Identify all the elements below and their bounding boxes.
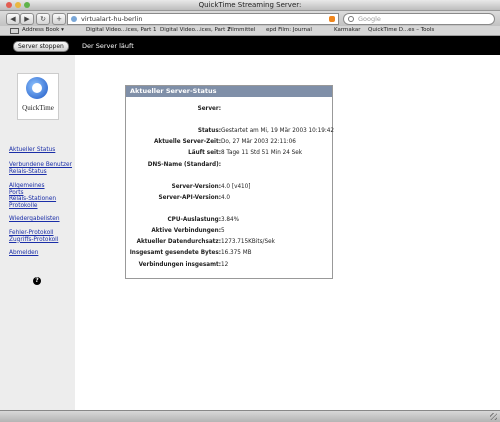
bookmark-item[interactable]: Digital Video...ices, Part 1 bbox=[86, 27, 157, 33]
nav-playlists[interactable]: Wiedergabelisten bbox=[9, 216, 60, 223]
status-row: Server-API-Version: 4.0 bbox=[126, 195, 332, 203]
row-label: DNS-Name (Standard): bbox=[147, 162, 221, 168]
row-label: Server-Version: bbox=[171, 184, 221, 190]
bookmark-item[interactable]: Digital Video...ices, Part 2 bbox=[160, 27, 231, 33]
bookmarks-bar: Address Book ▾ Digital Video...ices, Par… bbox=[0, 26, 500, 36]
resize-handle[interactable] bbox=[490, 413, 497, 420]
window-titlebar: QuickTime Streaming Server: bbox=[0, 0, 500, 11]
url-text: virtualart-hu-berlin bbox=[81, 15, 143, 23]
add-bookmark-button[interactable]: + bbox=[52, 13, 66, 25]
main-content: Aktueller Server-Status Server: Status: … bbox=[75, 55, 500, 410]
row-value: 1273.715KBits/Sek bbox=[221, 239, 275, 245]
rss-icon[interactable] bbox=[329, 16, 335, 22]
panel-title: Aktueller Server-Status bbox=[126, 86, 332, 97]
search-placeholder: Google bbox=[358, 15, 381, 23]
server-state-text: Der Server läuft bbox=[82, 42, 134, 50]
row-label: CPU-Auslastung: bbox=[167, 217, 222, 223]
row-label: Server-API-Version: bbox=[158, 195, 221, 201]
row-value: 4.0 bbox=[221, 195, 231, 201]
status-row: Server-Version: 4.0 [v410] bbox=[126, 184, 332, 192]
status-row: Läuft seit: 8 Tage 11 Std 51 Min 24 Sek bbox=[126, 150, 332, 158]
nav-logout[interactable]: Abmelden bbox=[9, 250, 38, 257]
nav-current-status[interactable]: Aktueller Status bbox=[9, 147, 55, 154]
row-label: Verbindungen insgesamt: bbox=[138, 262, 221, 268]
row-label: Status: bbox=[197, 128, 221, 134]
bookmark-address-book[interactable]: Address Book ▾ bbox=[22, 27, 64, 33]
reload-button[interactable]: ↻ bbox=[36, 13, 50, 25]
status-row: Server: bbox=[126, 106, 332, 114]
status-row: Aktueller Datendurchsatz: 1273.715KBits/… bbox=[126, 239, 332, 247]
browser-toolbar: ◀ ▶ ↻ + virtualart-hu-berlin Google bbox=[0, 11, 500, 26]
search-icon bbox=[348, 16, 354, 22]
bookmark-item[interactable]: Filmmittel bbox=[228, 27, 255, 33]
site-icon bbox=[71, 16, 77, 22]
window-title: QuickTime Streaming Server: bbox=[198, 1, 302, 9]
status-row: CPU-Auslastung: 3.84% bbox=[126, 217, 332, 225]
row-value: 12 bbox=[221, 262, 229, 268]
row-label: Insgesamt gesendete Bytes: bbox=[129, 250, 221, 256]
row-label: Läuft seit: bbox=[188, 150, 221, 156]
book-icon[interactable] bbox=[10, 28, 19, 34]
search-field[interactable]: Google bbox=[343, 13, 495, 25]
row-value: 16.375 MB bbox=[221, 250, 252, 256]
row-value: 5 bbox=[221, 228, 225, 234]
status-row: DNS-Name (Standard): bbox=[126, 162, 332, 170]
back-button[interactable]: ◀ bbox=[6, 13, 20, 25]
bookmark-item[interactable]: Karmakar bbox=[334, 27, 361, 33]
row-value: Gestartet am Mi, 19 Mär 2003 10:19:42 bbox=[221, 128, 335, 134]
nav-relay-status[interactable]: Relais-Status bbox=[9, 169, 47, 176]
quicktime-q-icon bbox=[26, 77, 48, 99]
browser-statusbar bbox=[0, 410, 500, 422]
row-value: 3.84% bbox=[221, 217, 240, 223]
status-row: Verbindungen insgesamt: 12 bbox=[126, 262, 332, 270]
status-row: Status: Gestartet am Mi, 19 Mär 2003 10:… bbox=[126, 128, 335, 136]
status-row: Aktuelle Server-Zeit: Do, 27 Mär 2003 22… bbox=[126, 139, 332, 147]
row-value: 8 Tage 11 Std 51 Min 24 Sek bbox=[221, 150, 303, 156]
bookmark-item[interactable]: QuickTime D...es – Tools bbox=[368, 27, 434, 33]
server-header: Server stoppen Der Server läuft bbox=[0, 36, 500, 55]
nav-access-log[interactable]: Zugriffs-Protokoll bbox=[9, 237, 58, 244]
row-label: Aktueller Datendurchsatz: bbox=[136, 239, 221, 245]
forward-button[interactable]: ▶ bbox=[20, 13, 34, 25]
stop-server-button[interactable]: Server stoppen bbox=[13, 41, 69, 52]
bookmark-item[interactable]: epd Film: Journal bbox=[266, 27, 312, 33]
row-label: Aktive Verbindungen: bbox=[151, 228, 221, 234]
sidebar: QuickTime Aktueller Status Verbundene Be… bbox=[0, 55, 75, 410]
row-label: Server: bbox=[197, 106, 221, 112]
nav-logs[interactable]: Protokolle bbox=[9, 203, 38, 210]
address-bar[interactable]: virtualart-hu-berlin bbox=[67, 13, 339, 25]
status-row: Insgesamt gesendete Bytes: 16.375 MB bbox=[126, 250, 332, 258]
server-status-panel: Aktueller Server-Status Server: Status: … bbox=[125, 85, 335, 279]
row-label: Aktuelle Server-Zeit: bbox=[154, 139, 221, 145]
help-icon[interactable]: ? bbox=[33, 277, 41, 285]
row-value: Do, 27 Mär 2003 22:11:06 bbox=[221, 139, 296, 145]
quicktime-logo: QuickTime bbox=[17, 73, 59, 120]
row-value: 4.0 [v410] bbox=[221, 184, 251, 190]
logo-text: QuickTime bbox=[22, 104, 54, 112]
status-row: Aktive Verbindungen: 5 bbox=[126, 228, 332, 236]
